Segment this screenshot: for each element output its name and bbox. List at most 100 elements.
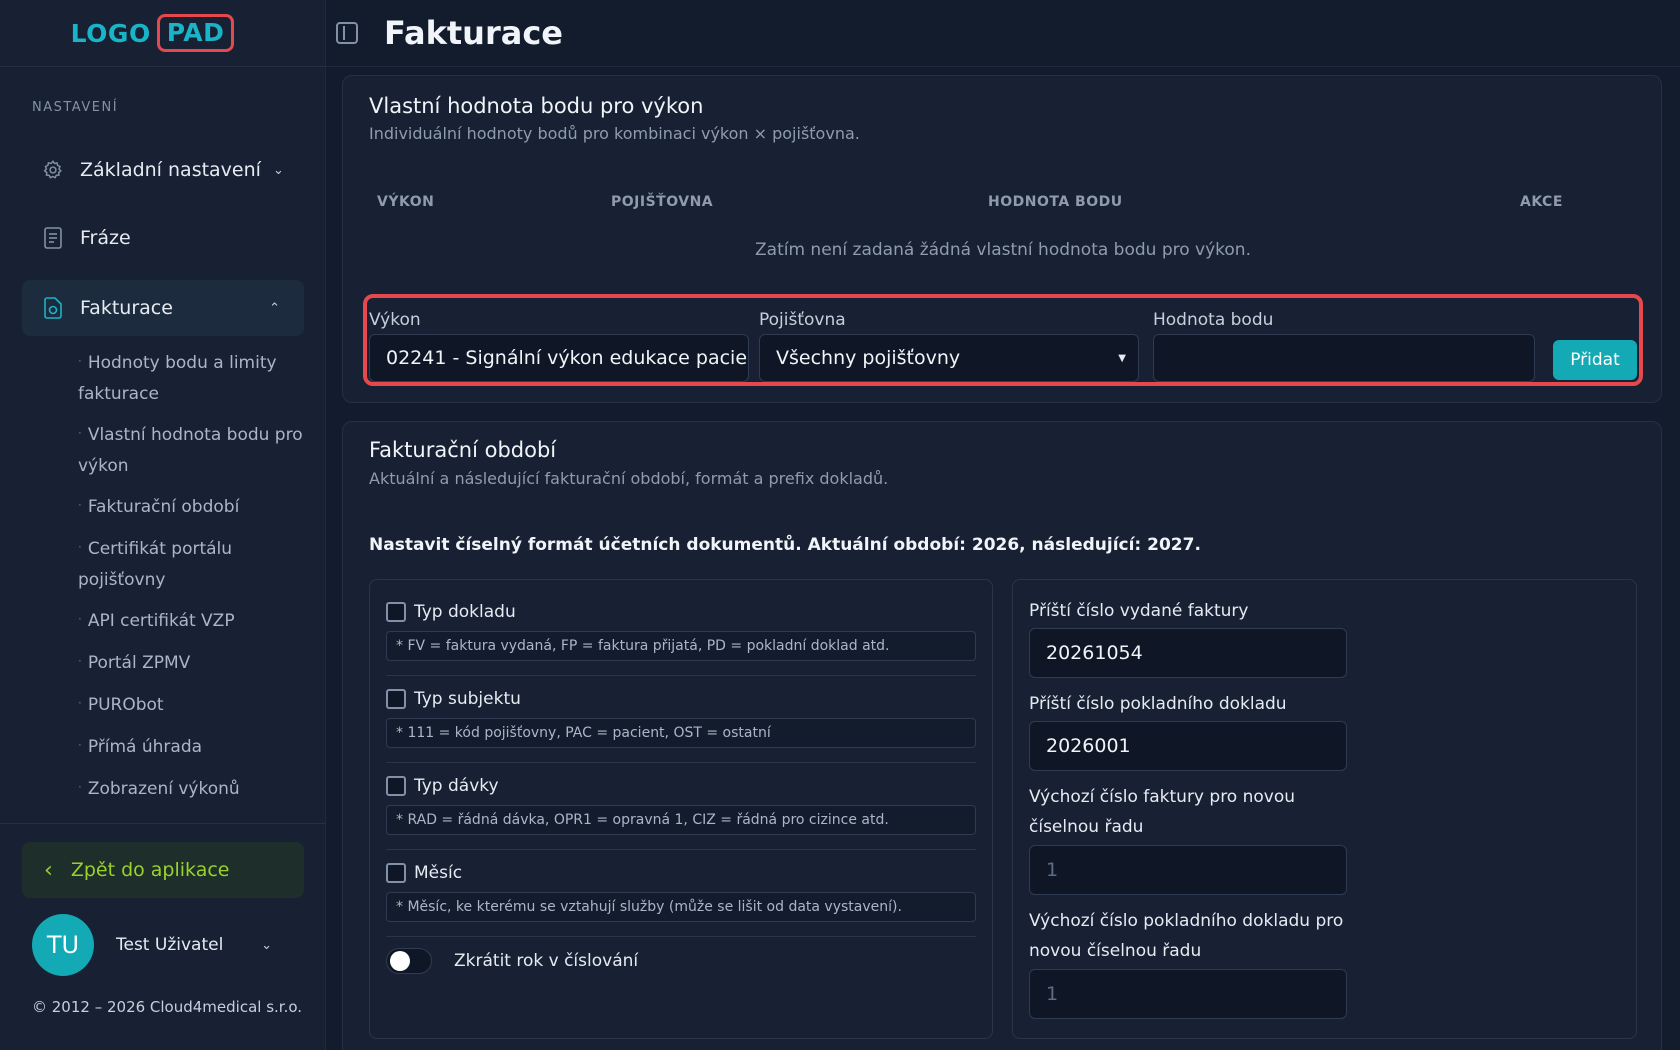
- empty-table-message: Zatím není zadaná žádná vlastní hodnota …: [755, 240, 1251, 260]
- pojistovna-select[interactable]: Všechny pojišťovny ▼: [759, 334, 1139, 382]
- pojistovna-value: Všechny pojišťovny: [776, 347, 961, 369]
- sidebar: LOGO PAD NASTAVENÍ Základní nastavení ⌄ …: [0, 0, 326, 1050]
- divider: [386, 762, 976, 763]
- option-hint: * Měsíc, ke kterému se vztahují služby (…: [386, 892, 976, 922]
- toggle-label: Zkrátit rok v číslování: [454, 951, 639, 971]
- gear-icon: [42, 159, 64, 181]
- next-receipt-label: Příští číslo pokladního dokladu: [1029, 694, 1287, 714]
- user-name: Test Uživatel: [116, 935, 224, 955]
- copyright: © 2012 – 2026 Cloud4medical s.r.o.: [32, 998, 303, 1016]
- sidebar-item-fakturace[interactable]: Fakturace ⌃: [22, 280, 304, 336]
- card-title: Fakturační období: [369, 438, 557, 462]
- typ-davky-checkbox[interactable]: [386, 776, 406, 796]
- hodnota-bodu-input[interactable]: [1153, 334, 1535, 382]
- option-hint: * RAD = řádná dávka, OPR1 = opravná 1, C…: [386, 805, 976, 835]
- document-icon: [42, 227, 64, 249]
- next-invoice-label: Příští číslo vydané faktury: [1029, 601, 1249, 621]
- option-typ-dokladu: Typ dokladu * FV = faktura vydaná, FP = …: [386, 600, 976, 676]
- custom-point-card: Vlastní hodnota bodu pro výkon Individuá…: [342, 75, 1662, 403]
- bullet-icon: ·: [78, 498, 82, 512]
- logo-text: LOGO: [70, 18, 151, 48]
- default-receipt-number-input[interactable]: 1: [1029, 969, 1347, 1019]
- shorten-year-toggle[interactable]: [386, 948, 432, 974]
- invoice-icon: [42, 297, 64, 319]
- option-hint: * FV = faktura vydaná, FP = faktura přij…: [386, 631, 976, 661]
- logo-pad: PAD: [156, 14, 235, 52]
- bullet-icon: ·: [78, 540, 82, 554]
- divider: [386, 936, 976, 937]
- logo[interactable]: LOGO PAD: [71, 14, 235, 52]
- typ-dokladu-checkbox[interactable]: [386, 602, 406, 622]
- default-invoice-number-input[interactable]: 1: [1029, 845, 1347, 895]
- back-label: Zpět do aplikace: [70, 859, 230, 881]
- subnav-item-fakturacni-obdobi[interactable]: · Fakturační období: [78, 492, 308, 523]
- user-menu[interactable]: TU Test Uživatel ⌄: [32, 913, 292, 977]
- subnav-item-certifikat-portalu[interactable]: · Certifikát portálu pojišťovny: [78, 534, 308, 595]
- subnav-item-api-certifikat[interactable]: · API certifikát VZP: [78, 606, 308, 637]
- bullet-icon: ·: [78, 780, 82, 794]
- bullet-icon: ·: [78, 654, 82, 668]
- chevron-down-icon: ⌄: [261, 937, 272, 953]
- chevron-down-icon: ⌄: [272, 162, 284, 178]
- column-header-hodnota-bodu: HODNOTA BODU: [988, 194, 1123, 210]
- option-label: Typ subjektu: [414, 689, 521, 709]
- fakturace-subnav: · Hodnoty bodu a limity fakturace · Vlastn…: [78, 348, 308, 816]
- option-typ-davky: Typ dávky * RAD = řádná dávka, OPR1 = op…: [386, 774, 976, 850]
- add-custom-point-form: Výkon 02241 - Signální výkon edukace pac…: [363, 294, 1643, 386]
- vykon-select[interactable]: 02241 - Signální výkon edukace pacienta: [369, 334, 749, 382]
- option-label: Typ dávky: [414, 776, 499, 796]
- subnav-item-portal-zpmv[interactable]: · Portál ZPMV: [78, 648, 308, 679]
- format-description: Nastavit číselný formát účetních dokumen…: [369, 535, 1201, 555]
- vykon-label: Výkon: [369, 310, 421, 330]
- mesic-checkbox[interactable]: [386, 863, 406, 883]
- subnav-item-zobrazeni-vykonu[interactable]: · Zobrazení výkonů: [78, 774, 308, 805]
- bullet-icon: ·: [78, 612, 82, 626]
- card-subtitle: Individuální hodnoty bodů pro kombinaci …: [369, 124, 860, 143]
- subnav-item-hodnoty-bodu[interactable]: · Hodnoty bodu a limity fakturace: [78, 348, 308, 409]
- default-receipt-number-label: Výchozí číslo pokladního dokladu pro nov…: [1029, 911, 1344, 961]
- bullet-icon: ·: [78, 696, 82, 710]
- option-label: Měsíc: [414, 863, 463, 883]
- column-header-akce: AKCE: [1520, 194, 1563, 210]
- bullet-icon: ·: [78, 426, 82, 440]
- column-header-vykon: VÝKON: [377, 194, 435, 210]
- next-receipt-input[interactable]: 2026001: [1029, 721, 1347, 771]
- pojistovna-label: Pojišťovna: [759, 310, 846, 330]
- avatar: TU: [32, 914, 94, 976]
- typ-subjektu-checkbox[interactable]: [386, 689, 406, 709]
- subnav-item-purobot[interactable]: · PURObot: [78, 690, 308, 721]
- dropdown-caret-icon: ▼: [1118, 352, 1126, 364]
- subnav-item-vlastni-hodnota[interactable]: · Vlastní hodnota bodu pro výkon: [78, 420, 308, 481]
- sidebar-item-fraze[interactable]: Fráze: [22, 210, 304, 266]
- page-title: Fakturace: [384, 14, 563, 52]
- card-subtitle: Aktuální a následující fakturační období…: [369, 469, 889, 488]
- option-typ-subjektu: Typ subjektu * 111 = kód pojišťovny, PAC…: [386, 687, 976, 763]
- add-button[interactable]: Přidat: [1553, 340, 1637, 380]
- sidebar-collapse-icon[interactable]: [336, 22, 358, 44]
- back-to-app-button[interactable]: ‹ Zpět do aplikace: [22, 842, 304, 898]
- sidebar-item-zakladni-nastaveni[interactable]: Základní nastavení ⌄: [22, 142, 304, 198]
- divider: [386, 675, 976, 676]
- chevron-left-icon: ‹: [44, 857, 53, 883]
- sidebar-item-label: Fakturace: [80, 297, 173, 319]
- next-invoice-input[interactable]: 20261054: [1029, 628, 1347, 678]
- bullet-icon: ·: [78, 354, 82, 368]
- header: Fakturace: [326, 0, 1680, 67]
- card-title: Vlastní hodnota bodu pro výkon: [369, 94, 704, 118]
- logo-bar: LOGO PAD: [0, 0, 325, 67]
- next-numbers-panel: Příští číslo vydané faktury 20261054 Pří…: [1012, 579, 1637, 1039]
- bullet-icon: ·: [78, 738, 82, 752]
- option-mesic: Měsíc * Měsíc, ke kterému se vztahují sl…: [386, 861, 976, 937]
- shorten-year-row: Zkrátit rok v číslování: [386, 948, 638, 974]
- subnav-item-prima-uhrada[interactable]: · Přímá úhrada: [78, 732, 308, 763]
- default-invoice-number-label: Výchozí číslo faktury pro novou číselnou…: [1029, 787, 1296, 837]
- option-label: Typ dokladu: [414, 602, 516, 622]
- column-header-pojistovna: POJIŠŤOVNA: [611, 194, 714, 210]
- sidebar-section-label: NASTAVENÍ: [32, 100, 119, 115]
- hodnota-bodu-label: Hodnota bodu: [1153, 310, 1274, 330]
- billing-period-card: Fakturační období Aktuální a následující…: [342, 421, 1662, 1050]
- option-hint: * 111 = kód pojišťovny, PAC = pacient, O…: [386, 718, 976, 748]
- number-format-options: Typ dokladu * FV = faktura vydaná, FP = …: [369, 579, 993, 1039]
- chevron-up-icon: ⌃: [269, 300, 280, 316]
- sidebar-item-label: Základní nastavení: [80, 159, 261, 181]
